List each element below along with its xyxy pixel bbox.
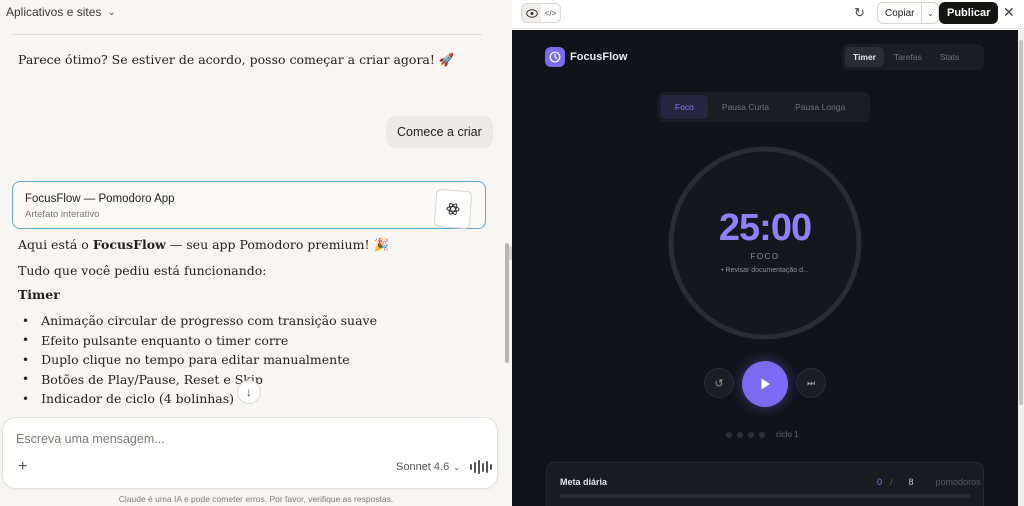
model-selector[interactable]: Sonnet 4.6 ⌄	[396, 461, 460, 473]
publish-button[interactable]: Publicar	[939, 2, 999, 24]
current-task: • Revisar documentação d...	[721, 267, 809, 274]
mode-pausa-curta[interactable]: Pausa Curta	[710, 95, 781, 119]
phase-label: FOCO	[750, 252, 780, 261]
goal-count: 0 / 8 pomodoros	[877, 477, 981, 487]
goal-title: Meta diária	[560, 477, 608, 487]
scroll-down-button[interactable]: ↓	[237, 380, 261, 404]
list-item: Animação circular de progresso com trans…	[22, 311, 377, 331]
reset-icon: ↺	[714, 377, 724, 390]
intro-pre: Aqui está o	[18, 237, 93, 252]
timer-display[interactable]: 25:00	[667, 207, 863, 250]
tab-timer[interactable]: Timer	[845, 47, 884, 67]
cycle-label: ciclo 1	[776, 430, 799, 439]
goal-done: 0	[877, 477, 883, 487]
scrollbar[interactable]	[505, 243, 509, 363]
play-button[interactable]	[742, 361, 788, 407]
plus-icon[interactable]: +	[18, 458, 27, 476]
model-name: Sonnet 4.6	[396, 461, 450, 473]
artifact-panel: </> ↻ Copiar ⌄ Publicar ✕ FocusFlow Time…	[512, 0, 1024, 506]
message-input[interactable]	[16, 432, 476, 446]
close-icon[interactable]: ✕	[1003, 4, 1015, 21]
project-title: Aplicativos e sites	[6, 5, 102, 19]
focusflow-app: FocusFlow Timer Tarefas Stats Foco Pausa…	[512, 30, 1018, 506]
view-toggle: </>	[521, 3, 561, 23]
artifact-subtitle: Artefato interativo	[25, 209, 100, 220]
section-heading: Timer	[18, 287, 60, 302]
skip-button[interactable]: ⏭	[796, 368, 826, 398]
list-item: Duplo clique no tempo para editar manual…	[22, 350, 377, 370]
chevron-down-icon: ⌄	[107, 6, 116, 18]
intro-app-name: FocusFlow	[92, 237, 166, 252]
reset-button[interactable]: ↺	[704, 368, 734, 398]
goal-progress-bar	[560, 494, 970, 498]
assistant-message: Parece ótimo? Se estiver de acordo, poss…	[18, 52, 455, 67]
scrollbar-thumb[interactable]	[1019, 40, 1023, 405]
play-icon	[761, 378, 770, 390]
goal-total: 8	[908, 477, 914, 487]
mode-foco[interactable]: Foco	[661, 95, 708, 119]
intro-post: — seu app Pomodoro premium! 🎉	[165, 237, 390, 252]
disclaimer: Claude é uma IA e pode cometer erros. Po…	[118, 494, 394, 504]
goal-unit: pomodoros	[935, 477, 981, 487]
artifact-title: FocusFlow — Pomodoro App	[25, 193, 175, 205]
cycle-dot	[748, 431, 754, 438]
voice-icon[interactable]	[470, 460, 492, 474]
tab-stats[interactable]: Stats	[932, 47, 967, 67]
clock-icon	[545, 47, 565, 67]
code-icon[interactable]: </>	[541, 4, 560, 22]
composer: + Sonnet 4.6 ⌄	[2, 417, 498, 489]
list-item: Indicador de ciclo (4 bolinhas)	[22, 389, 377, 409]
assistant-message-intro: Aqui está o FocusFlow — seu app Pomodoro…	[18, 237, 389, 253]
copy-button[interactable]: Copiar	[878, 3, 923, 23]
artifact-toolbar: </> ↻ Copiar ⌄ Publicar ✕	[512, 0, 1024, 29]
assistant-message-summary: Tudo que você pediu está funcionando:	[18, 263, 267, 278]
arrow-down-icon: ↓	[246, 385, 252, 399]
project-selector[interactable]: Aplicativos e sites ⌄	[6, 5, 116, 19]
cycle-dot	[737, 431, 743, 438]
atom-icon	[433, 188, 473, 230]
cycle-dot	[759, 431, 765, 438]
user-message: Comece a criar	[386, 116, 493, 148]
list-item: Botões de Play/Pause, Reset e Skip	[22, 370, 377, 390]
artifact-card[interactable]: FocusFlow — Pomodoro App Artefato intera…	[12, 181, 486, 230]
app-name: FocusFlow	[570, 51, 628, 63]
chevron-down-icon: ⌄	[453, 462, 460, 472]
app-nav: Timer Tarefas Stats	[842, 44, 984, 70]
copy-group: Copiar ⌄	[877, 2, 940, 24]
tab-tarefas[interactable]: Tarefas	[886, 47, 930, 67]
divider	[12, 34, 482, 35]
daily-goal-card: Meta diária 0 / 8 pomodoros	[546, 462, 984, 506]
mode-selector: Foco Pausa Curta Pausa Longa	[658, 92, 870, 122]
skip-icon: ⏭	[806, 377, 816, 388]
cycle-dot	[726, 431, 732, 438]
mode-pausa-longa[interactable]: Pausa Longa	[783, 95, 857, 119]
feature-list: Animação circular de progresso com trans…	[22, 311, 377, 409]
scrollbar[interactable]	[1018, 30, 1024, 506]
cycle-indicator: ciclo 1	[726, 430, 799, 439]
goal-separator: /	[890, 477, 893, 487]
chevron-down-icon[interactable]: ⌄	[922, 9, 938, 18]
list-item: Efeito pulsante enquanto o timer corre	[22, 331, 377, 351]
chat-panel: Aplicativos e sites ⌄ Parece ótimo? Se e…	[0, 0, 512, 506]
eye-icon[interactable]	[522, 4, 541, 22]
refresh-icon[interactable]: ↻	[854, 5, 865, 21]
